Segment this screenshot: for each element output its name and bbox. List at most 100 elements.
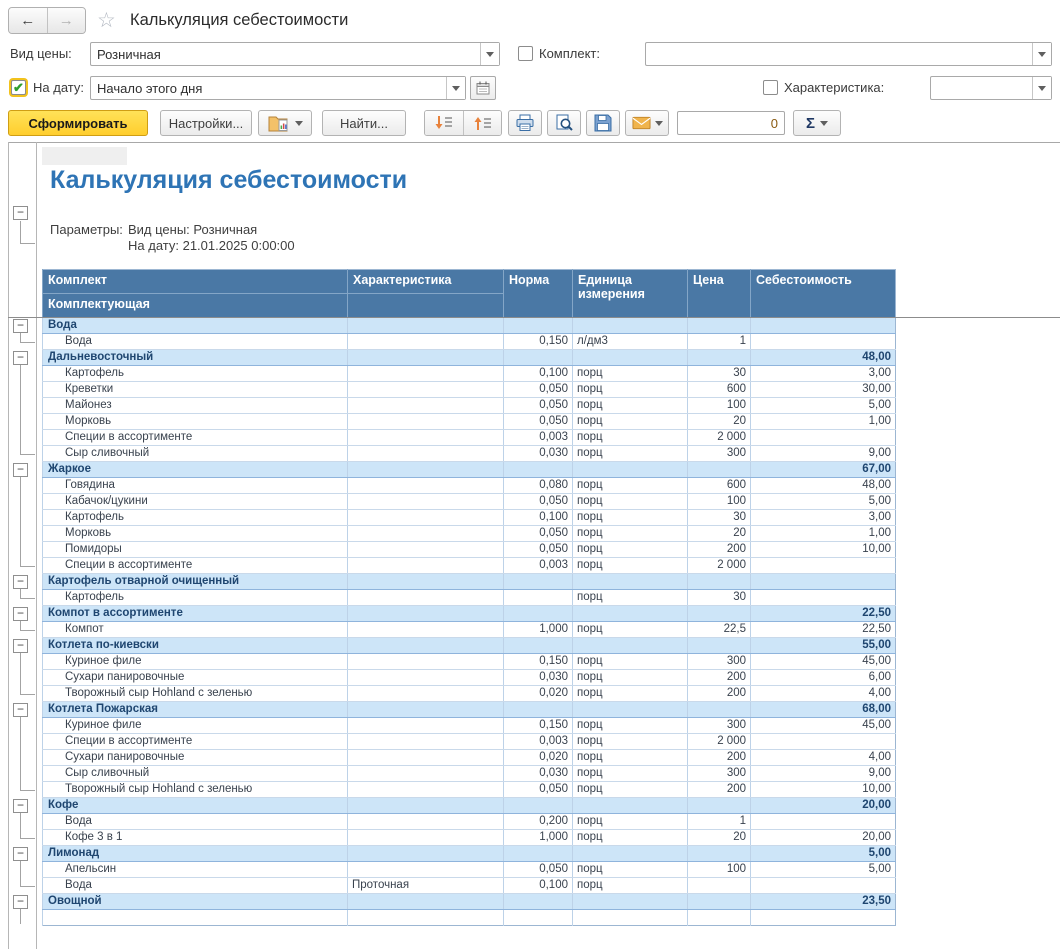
- characteristic-dropdown-button[interactable]: [1032, 77, 1051, 99]
- settings-button[interactable]: Настройки...: [160, 110, 252, 136]
- back-button[interactable]: ←: [9, 8, 47, 33]
- item-cost-cell: [751, 558, 896, 574]
- price-type-combo[interactable]: Розничная: [90, 42, 500, 66]
- item-characteristic-cell: [348, 590, 504, 606]
- item-norm-cell: 0,080: [504, 478, 573, 494]
- collapse-group-button[interactable]: −: [13, 895, 28, 909]
- item-characteristic-cell: [348, 446, 504, 462]
- item-norm-cell: 0,030: [504, 766, 573, 782]
- item-row: Картофель0,100порц303,00: [43, 510, 896, 526]
- expand-groups-button[interactable]: [425, 111, 463, 135]
- group-name-cell: Кофе: [43, 798, 348, 814]
- item-characteristic-cell: [348, 830, 504, 846]
- report-variants-button[interactable]: [258, 110, 312, 136]
- report-param-line: Вид цены: Розничная: [128, 222, 257, 237]
- group-tree-line: [20, 909, 21, 924]
- item-row: Сухари панировочные0,030порц2006,00: [43, 670, 896, 686]
- kit-combo[interactable]: [645, 42, 1052, 66]
- collapse-group-button[interactable]: −: [13, 319, 28, 333]
- group-price-cell: [688, 462, 751, 478]
- collapse-group-button[interactable]: −: [13, 799, 28, 813]
- collapse-group-button[interactable]: −: [13, 463, 28, 477]
- find-button[interactable]: Найти...: [322, 110, 406, 136]
- group-unit-cell: [573, 574, 688, 590]
- preview-button[interactable]: [547, 110, 581, 136]
- item-cost-cell: 3,00: [751, 366, 896, 382]
- group-name-cell: Компот в ассортименте: [43, 606, 348, 622]
- collapse-groups-button[interactable]: [463, 111, 501, 135]
- group-unit-cell: [573, 350, 688, 366]
- group-cost-cell: 5,00: [751, 846, 896, 862]
- group-cost-cell: 67,00: [751, 462, 896, 478]
- item-row: Кофе 3 в 11,000порц2020,00: [43, 830, 896, 846]
- group-characteristic-cell: [348, 798, 504, 814]
- send-mail-button[interactable]: [625, 110, 669, 136]
- on-date-combo[interactable]: Начало этого дня: [90, 76, 466, 100]
- group-name-cell: Вода: [43, 318, 348, 334]
- price-type-dropdown-button[interactable]: [480, 43, 499, 65]
- item-norm-cell: 0,100: [504, 510, 573, 526]
- print-button[interactable]: [508, 110, 542, 136]
- group-tree-line: [20, 838, 35, 839]
- sum-button[interactable]: Σ: [793, 110, 841, 136]
- group-norm-cell: [504, 318, 573, 334]
- item-row: Сыр сливочный0,030порц3009,00: [43, 766, 896, 782]
- item-characteristic-cell: [348, 814, 504, 830]
- characteristic-checkbox[interactable]: [763, 80, 778, 95]
- collapse-group-button[interactable]: −: [13, 703, 28, 717]
- item-price-cell: 100: [688, 494, 751, 510]
- item-row: Картофель0,100порц303,00: [43, 366, 896, 382]
- group-norm-cell: [504, 846, 573, 862]
- generate-button[interactable]: Сформировать: [8, 110, 148, 136]
- calendar-icon: [475, 80, 491, 96]
- item-unit-cell: порц: [573, 782, 688, 798]
- item-cost-cell: 4,00: [751, 686, 896, 702]
- header-kit: Комплект: [43, 270, 348, 294]
- item-cost-cell: 9,00: [751, 446, 896, 462]
- save-button[interactable]: [586, 110, 620, 136]
- forward-button[interactable]: →: [47, 8, 86, 33]
- group-unit-cell: [573, 894, 688, 910]
- kit-dropdown-button[interactable]: [1032, 43, 1051, 65]
- calendar-picker-button[interactable]: [470, 76, 496, 100]
- item-row: Говядина0,080порц60048,00: [43, 478, 896, 494]
- collapse-group-button[interactable]: −: [13, 847, 28, 861]
- on-date-dropdown-button[interactable]: [446, 77, 465, 99]
- autosum-value-field[interactable]: [677, 111, 785, 135]
- item-unit-cell: порц: [573, 686, 688, 702]
- collapse-group-button[interactable]: −: [13, 351, 28, 365]
- characteristic-combo[interactable]: [930, 76, 1052, 100]
- item-norm-cell: 0,100: [504, 366, 573, 382]
- item-characteristic-cell: [348, 366, 504, 382]
- item-norm-cell: 0,050: [504, 414, 573, 430]
- item-unit-cell: порц: [573, 430, 688, 446]
- item-name-cell: Помидоры: [43, 542, 348, 558]
- item-row: Вода0,150л/дм31: [43, 334, 896, 350]
- group-cost-cell: 68,00: [751, 702, 896, 718]
- collapse-group-button[interactable]: −: [13, 206, 28, 220]
- sigma-icon: Σ: [806, 115, 815, 132]
- item-unit-cell: порц: [573, 750, 688, 766]
- collapse-group-button[interactable]: −: [13, 607, 28, 621]
- group-tree-line: [20, 653, 21, 694]
- collapse-group-button[interactable]: −: [13, 575, 28, 589]
- kit-checkbox[interactable]: [518, 46, 533, 61]
- nav-button-group: ← →: [8, 7, 86, 34]
- item-unit-cell: порц: [573, 382, 688, 398]
- group-unit-cell: [573, 638, 688, 654]
- floppy-save-icon: [594, 114, 612, 132]
- item-row: Компот1,000порц22,522,50: [43, 622, 896, 638]
- app-window: ← → ☆ Калькуляция себестоимости Вид цены…: [0, 0, 1060, 949]
- item-unit-cell: порц: [573, 446, 688, 462]
- item-unit-cell: порц: [573, 878, 688, 894]
- group-price-cell: [688, 574, 751, 590]
- group-norm-cell: [504, 638, 573, 654]
- favorite-star-icon[interactable]: ☆: [97, 8, 116, 33]
- group-row: Вода: [43, 318, 896, 334]
- item-name-cell: Апельсин: [43, 862, 348, 878]
- partial-row: [43, 910, 896, 926]
- on-date-checkbox[interactable]: ✔: [11, 80, 26, 95]
- collapse-group-button[interactable]: −: [13, 639, 28, 653]
- item-cost-cell: 1,00: [751, 414, 896, 430]
- item-cost-cell: 1,00: [751, 526, 896, 542]
